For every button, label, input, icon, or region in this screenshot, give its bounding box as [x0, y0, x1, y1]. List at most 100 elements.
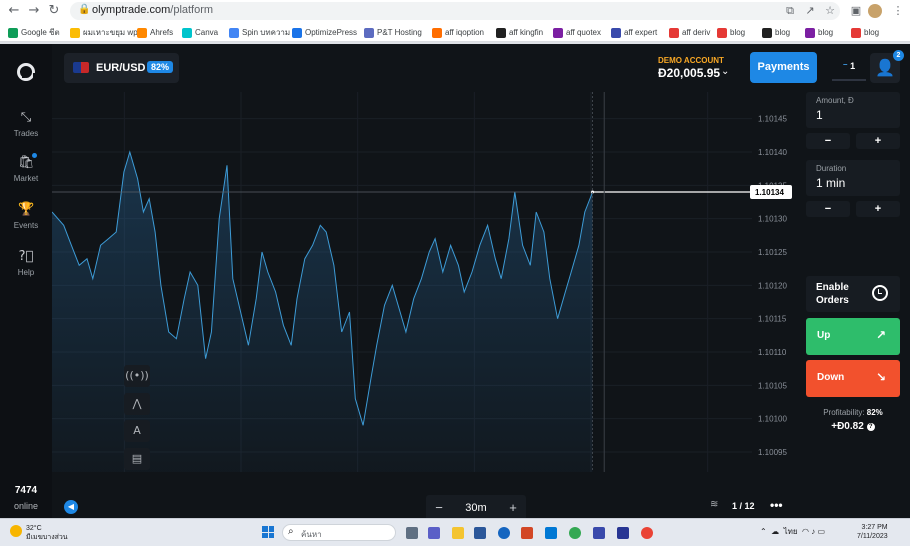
y-tick-label: 1.10145	[758, 115, 787, 124]
bookmark-favicon-icon	[805, 27, 815, 38]
address-bar[interactable]: 🔒 olymptrade.com/platform	[70, 2, 840, 20]
avatar[interactable]	[868, 4, 882, 18]
bookmark-label: aff quotex	[566, 28, 601, 37]
deals-icon: ⁻	[842, 61, 848, 71]
asset-name: EUR/USD	[96, 62, 146, 74]
chevron-down-icon[interactable]: ⌄	[721, 66, 729, 77]
open-deals-button[interactable]: ⁻ 1	[832, 54, 866, 81]
sidebar-item-market[interactable]: 🛍 Market	[0, 153, 52, 183]
taskview-icon[interactable]	[406, 527, 418, 539]
weather-icon	[10, 525, 22, 537]
sidebar-item-label: Trades	[13, 129, 39, 138]
duration-plus-button[interactable]: +	[856, 201, 900, 217]
bookmark-label: blog	[775, 28, 791, 37]
bookmark-item[interactable]: blog	[762, 26, 790, 39]
menu-icon[interactable]: ⋮	[890, 3, 906, 19]
taskbar-search[interactable]: ⌕ ค้นหา	[282, 524, 396, 541]
store-icon[interactable]	[545, 527, 557, 539]
sidebar-item-trades[interactable]: ⤡ Trades	[0, 110, 52, 138]
bookmark-item[interactable]: aff iqoption	[432, 26, 484, 39]
file-explorer-icon[interactable]	[452, 527, 464, 539]
bookmark-item[interactable]: OptimizePress	[292, 26, 357, 39]
up-button[interactable]: Up ↗	[806, 318, 900, 355]
back-icon[interactable]: ←	[6, 3, 22, 19]
start-icon[interactable]	[262, 526, 274, 538]
sidebar-item-label: Events	[13, 221, 39, 230]
bookmark-item[interactable]: blog	[851, 26, 879, 39]
battery-icon[interactable]: ▭	[818, 527, 826, 536]
duration-field[interactable]: Duration 1 min	[806, 160, 900, 196]
price-chart[interactable]: 1.101451.101401.101351.101301.101251.101…	[52, 92, 798, 521]
browser-chrome: ← → ↻ 🔒 olymptrade.com/platform ⧉ ↗ ☆ ▣ …	[0, 0, 910, 44]
clock[interactable]: 3:27 PM 7/11/2023	[857, 523, 888, 541]
powerpoint-icon[interactable]	[521, 527, 533, 539]
amount-field[interactable]: Amount, Đ 1	[806, 92, 900, 128]
enable-orders-button[interactable]: Enable Orders	[806, 276, 900, 312]
chrome-icon[interactable]	[641, 527, 653, 539]
bookmark-item[interactable]: P&T Hosting	[364, 26, 422, 39]
bookmark-favicon-icon	[432, 27, 442, 38]
y-tick-label: 1.10120	[758, 281, 787, 290]
orders-label: Enable Orders	[816, 282, 849, 306]
star-icon[interactable]: ☆	[822, 3, 838, 19]
signals-tool-icon[interactable]: ((•))	[124, 365, 150, 387]
bookmark-item[interactable]: Spin บทความ	[229, 26, 290, 39]
chrome-icon[interactable]	[569, 527, 581, 539]
asset-selector[interactable]: EUR/USD 82%	[64, 53, 179, 83]
app-icon[interactable]	[498, 527, 510, 539]
chart-canvas[interactable]: 1.101451.101401.101351.101301.101251.101…	[52, 92, 798, 492]
duration-value[interactable]: 1 min	[816, 176, 845, 190]
bookmark-item[interactable]: Google ชีต	[8, 26, 60, 39]
language-indicator[interactable]: ไทย	[784, 527, 798, 536]
info-icon[interactable]: ?	[866, 423, 875, 431]
bookmark-item[interactable]: aff quotex	[553, 26, 601, 39]
bookmark-item[interactable]: blog	[805, 26, 833, 39]
tray-chevron-icon[interactable]: ⌃	[760, 527, 767, 536]
chat-icon[interactable]	[428, 527, 440, 539]
account-balance[interactable]: Đ20,005.95	[658, 66, 720, 80]
indicators-tool-icon[interactable]: ⋀	[124, 393, 150, 415]
down-button[interactable]: Down ↘	[806, 360, 900, 397]
sidepanel-icon[interactable]: ▣	[848, 3, 864, 19]
drawing-tool-icon[interactable]: A	[124, 420, 150, 442]
duration-minus-button[interactable]: −	[806, 201, 850, 217]
app-icon[interactable]	[593, 527, 605, 539]
install-icon[interactable]: ⧉	[782, 3, 798, 19]
chart-bottom-bar: ◀ ≋ 1 / 12 •••	[52, 496, 798, 518]
bookmark-item[interactable]: ผมเหาะขยุม wp	[70, 26, 138, 39]
sidebar-item-help[interactable]: ?⃝ Help	[0, 249, 52, 277]
more-options-icon[interactable]: •••	[770, 498, 783, 512]
amount-minus-button[interactable]: −	[806, 133, 850, 149]
app-icon[interactable]	[617, 527, 629, 539]
chart-type-icon[interactable]: ▤	[124, 448, 150, 470]
bookmark-favicon-icon	[553, 27, 563, 38]
scroll-back-icon[interactable]: ◀	[64, 500, 78, 514]
bookmark-item[interactable]: blog	[717, 26, 745, 39]
share-icon[interactable]: ↗	[802, 3, 818, 19]
bookmark-item[interactable]: aff expert	[611, 26, 657, 39]
payments-button[interactable]: Payments	[750, 52, 817, 83]
bookmark-item[interactable]: Ahrefs	[137, 26, 173, 39]
bookmark-item[interactable]: Canva	[182, 26, 218, 39]
wifi-icon[interactable]: ◠	[802, 527, 809, 536]
sidebar-item-events[interactable]: 🏆 Events	[0, 202, 52, 230]
up-label: Up	[817, 330, 831, 341]
amount-plus-button[interactable]: +	[856, 133, 900, 149]
y-tick-label: 1.10105	[758, 381, 787, 390]
forward-icon[interactable]: →	[26, 3, 42, 19]
cloud-icon[interactable]: ☁	[771, 527, 779, 536]
y-tick-label: 1.10140	[758, 148, 787, 157]
current-price-label: 1.10134	[755, 188, 784, 197]
logo[interactable]	[17, 63, 36, 81]
amount-value[interactable]: 1	[816, 108, 823, 122]
bookmark-item[interactable]: aff deriv	[669, 26, 710, 39]
deals-count: 1	[850, 61, 856, 71]
reload-icon[interactable]: ↻	[46, 3, 62, 19]
account-type[interactable]: DEMO ACCOUNT	[658, 56, 724, 65]
duration-label: Duration	[816, 164, 847, 173]
volume-icon[interactable]: ♪	[811, 527, 815, 536]
layers-icon[interactable]: ≋	[710, 499, 718, 510]
profitability-value: 82%	[866, 408, 883, 417]
bookmark-item[interactable]: aff kingfin	[496, 26, 543, 39]
word-icon[interactable]	[474, 527, 486, 539]
